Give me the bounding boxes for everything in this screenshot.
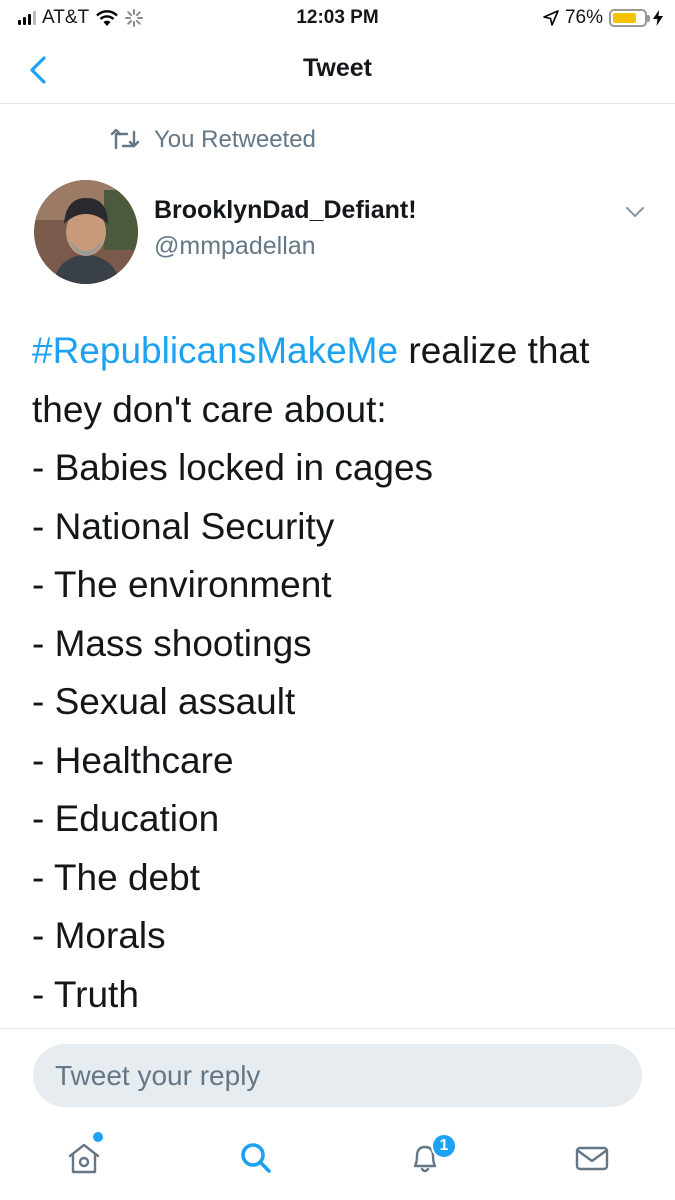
tweet-list-item: - The environment [32, 564, 332, 605]
tweet-list-item: - National Security [32, 505, 335, 547]
charging-bolt-icon [653, 10, 663, 26]
author-handle[interactable]: @mmpadellan [154, 232, 316, 261]
tab-search[interactable] [236, 1138, 276, 1178]
status-right: 76% [543, 7, 663, 29]
tweet-line-1: #RepublicansMakeMe realize that [32, 322, 642, 381]
retweet-icon [110, 129, 140, 150]
envelope-icon [575, 1146, 609, 1171]
tweet-list-item: - Truth [32, 973, 139, 1015]
tweet-list-item: - Morals [32, 915, 166, 956]
navigation-bar: Tweet [0, 36, 675, 104]
chevron-down-icon [626, 207, 644, 217]
avatar-image [34, 180, 138, 284]
retweet-context-label: You Retweeted [154, 126, 316, 153]
battery-fill [613, 13, 636, 23]
home-unread-dot [93, 1132, 103, 1142]
tweet-line-2: they don't care about: [32, 388, 387, 430]
tab-messages[interactable] [572, 1138, 612, 1178]
reply-divider [0, 1028, 675, 1029]
notifications-badge: 1 [431, 1133, 457, 1159]
home-icon [68, 1143, 100, 1174]
tweet-list-item: - Education [32, 798, 220, 839]
tweet-options-button[interactable] [624, 204, 646, 220]
tweet-list-item: - Healthcare [32, 739, 234, 781]
battery-percent: 76% [564, 7, 603, 28]
location-arrow-icon [543, 10, 559, 26]
author-display-name[interactable]: BrooklynDad_Defiant! [154, 196, 417, 225]
tweet-list-item: - Babies locked in cages [32, 447, 434, 488]
tweet-intro-rest: realize that [398, 330, 590, 371]
battery-icon [609, 9, 650, 27]
page-title: Tweet [303, 54, 372, 82]
tweet-text: #RepublicansMakeMe realize that they don… [32, 322, 642, 1024]
reply-placeholder: Tweet your reply [55, 1059, 261, 1091]
hashtag-link[interactable]: #RepublicansMakeMe [32, 330, 398, 371]
avatar[interactable] [34, 180, 138, 284]
tweet-list-item: - Mass shootings [32, 622, 312, 664]
retweet-context: You Retweeted [110, 126, 316, 154]
tab-home[interactable] [64, 1138, 104, 1178]
reply-input[interactable]: Tweet your reply [33, 1044, 642, 1107]
status-bar: AT&T 12:03 PM 76% [0, 0, 675, 36]
search-icon [241, 1143, 271, 1173]
tweet-list-item: - Sexual assault [32, 681, 296, 722]
tab-bar [0, 1120, 675, 1200]
tweet-list-item: - The debt [32, 856, 200, 898]
